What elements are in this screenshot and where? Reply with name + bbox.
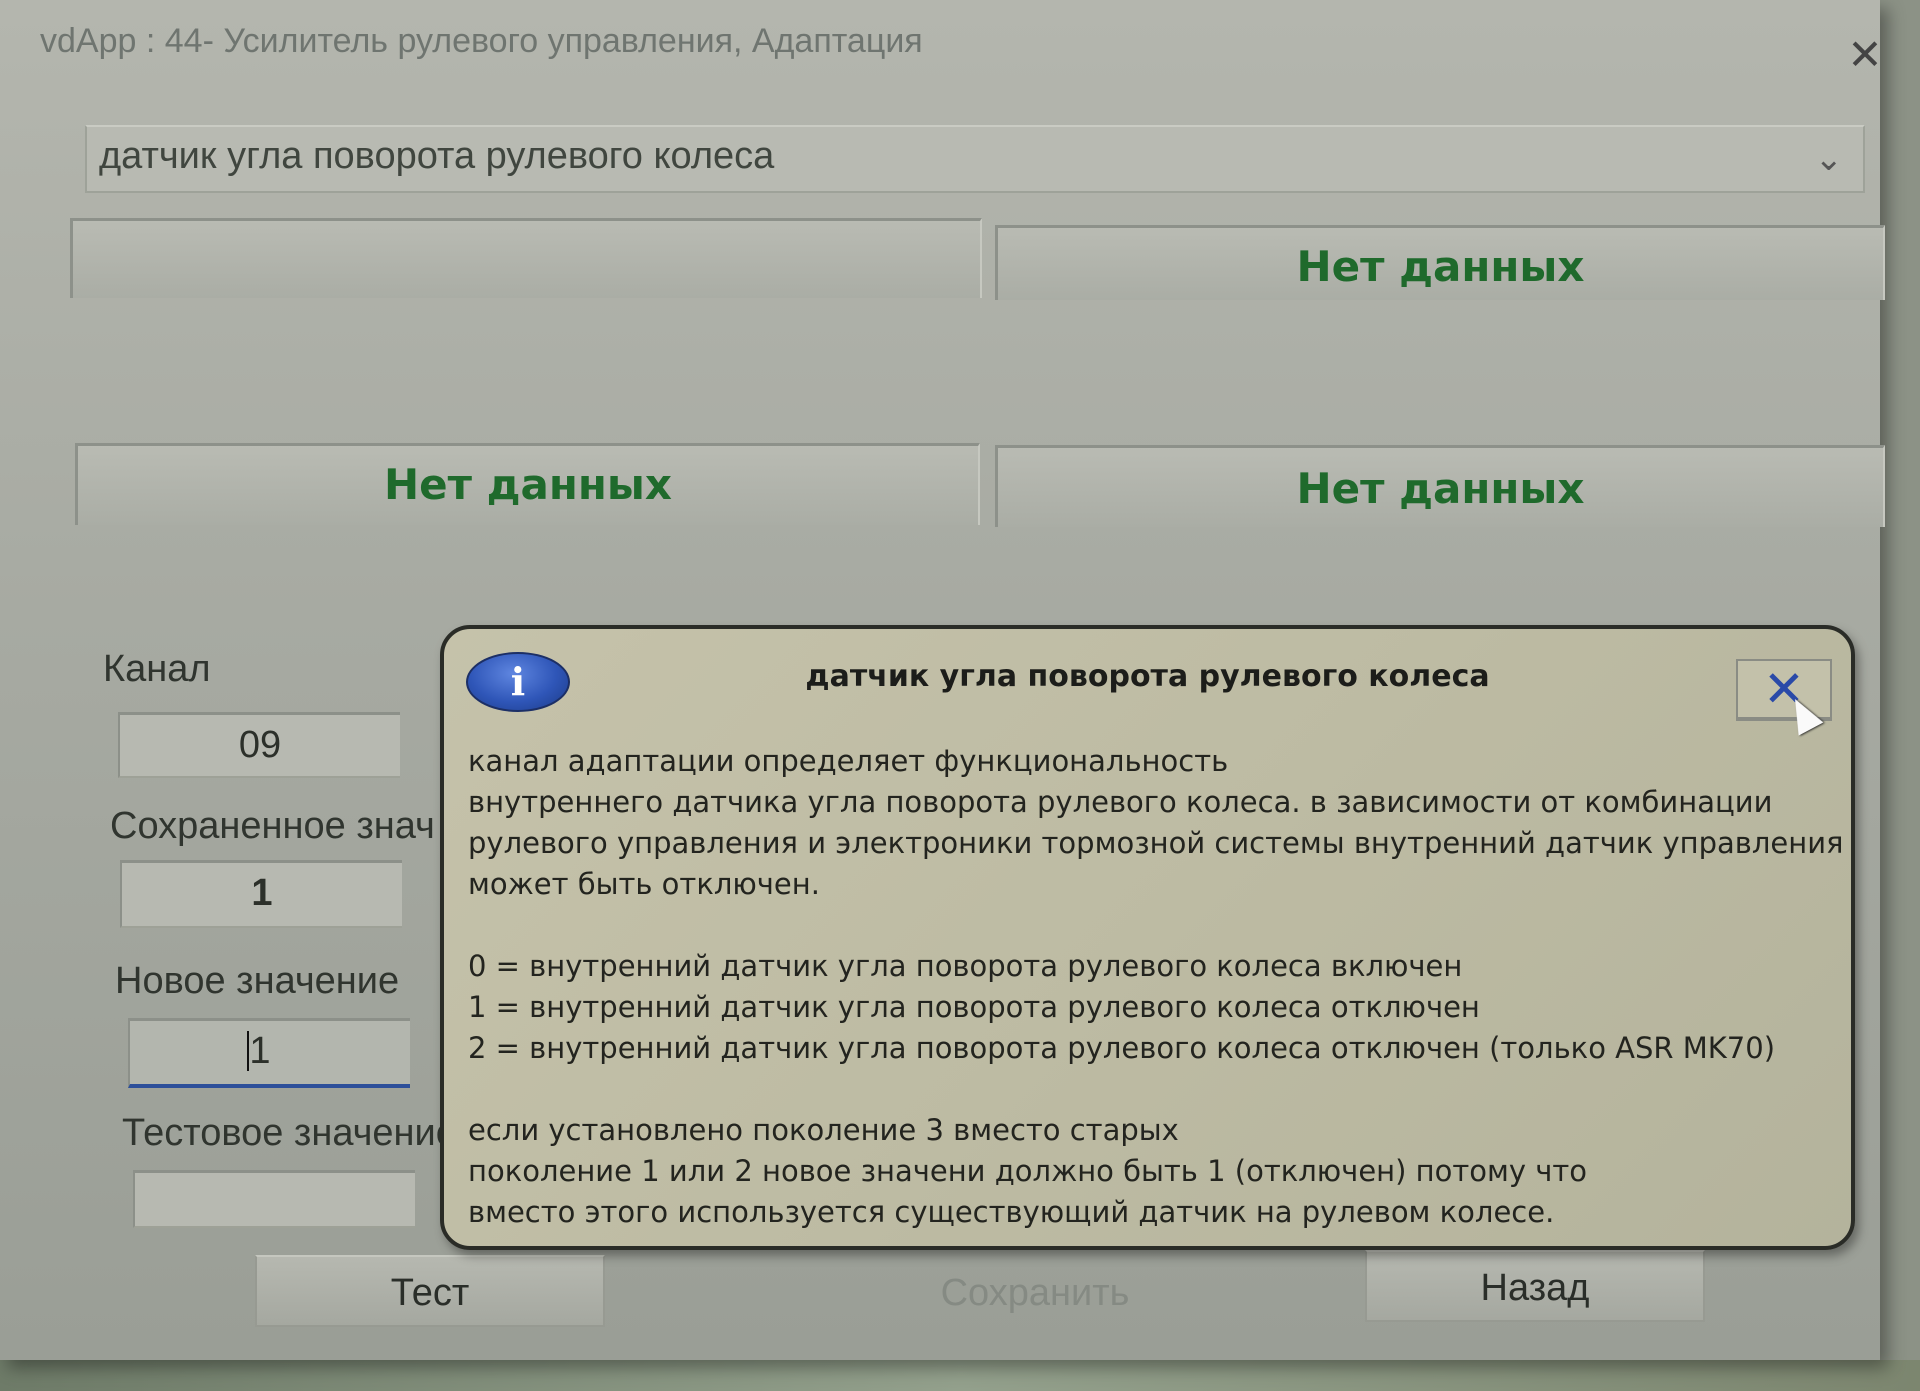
panel-4-value: Нет данных: [1296, 464, 1585, 513]
adaptation-window: vdApp : 44- Усилитель рулевого управлени…: [0, 0, 1885, 1360]
dialog-line: если установлено поколение 3 вместо стар…: [468, 1113, 1179, 1147]
new-value-input[interactable]: 1: [128, 1018, 410, 1088]
dialog-line: рулевого управления и электроники тормоз…: [468, 826, 1844, 860]
dialog-line: внутреннего датчика угла поворота рулево…: [468, 785, 1773, 819]
info-icon: i: [466, 652, 570, 712]
dialog-paragraph: 0 = внутренний датчик угла поворота руле…: [468, 946, 1838, 1069]
window-title: vdApp : 44- Усилитель рулевого управлени…: [40, 22, 923, 60]
test-value-field[interactable]: [133, 1170, 415, 1228]
dialog-body: канал адаптации определяет функционально…: [468, 741, 1844, 1274]
new-value-label: Новое значение: [115, 960, 400, 1002]
dialog-line: может быть отключен.: [468, 867, 820, 901]
dialog-line: 0 = внутренний датчик угла поворота руле…: [468, 949, 1463, 983]
dialog-paragraph: если установлено поколение 3 вместо стар…: [468, 1110, 1838, 1233]
saved-value-field: 1: [120, 860, 402, 928]
text-caret: [247, 1030, 250, 1071]
dialog-title: датчик угла поворота рулевого колеса: [805, 659, 1490, 694]
channel-label: Канал: [103, 648, 211, 690]
dialog-line: поколение 1 или 2 новое значени должно б…: [468, 1154, 1588, 1188]
measurement-panel-1: [70, 218, 982, 298]
test-value-label: Тестовое значение: [122, 1112, 452, 1154]
dialog-line: 2 = внутренний датчик угла поворота руле…: [468, 1031, 1776, 1065]
dialog-line: вместо этого используется существующий д…: [468, 1195, 1555, 1229]
desktop-background: [0, 1360, 1920, 1391]
panel-2-value: Нет данных: [1296, 242, 1585, 291]
adaptation-channel-dropdown[interactable]: датчик угла поворота рулевого колеса ⌄: [85, 125, 1865, 193]
measurement-panel-4: Нет данных: [995, 445, 1885, 527]
saved-value-label: Сохраненное знач: [110, 805, 435, 847]
title-bar: vdApp : 44- Усилитель рулевого управлени…: [0, 0, 1883, 90]
dialog-line: канал адаптации определяет функционально…: [468, 744, 1229, 778]
measurement-panel-3: Нет данных: [75, 443, 980, 525]
channel-field[interactable]: 09: [118, 712, 400, 778]
window-close-icon[interactable]: ✕: [1840, 30, 1890, 80]
dialog-paragraph: канал адаптации определяет функционально…: [468, 741, 1844, 905]
panel-3-value: Нет данных: [384, 460, 672, 509]
measurement-panel-2: Нет данных: [995, 225, 1885, 300]
new-value-text: 1: [249, 1030, 271, 1072]
dropdown-selected-value: датчик угла поворота рулевого колеса: [99, 135, 775, 177]
chevron-down-icon[interactable]: ⌄: [1815, 139, 1844, 179]
info-dialog: i датчик угла поворота рулевого колеса ✕…: [440, 625, 1855, 1250]
dialog-line: 1 = внутренний датчик угла поворота руле…: [468, 990, 1480, 1024]
